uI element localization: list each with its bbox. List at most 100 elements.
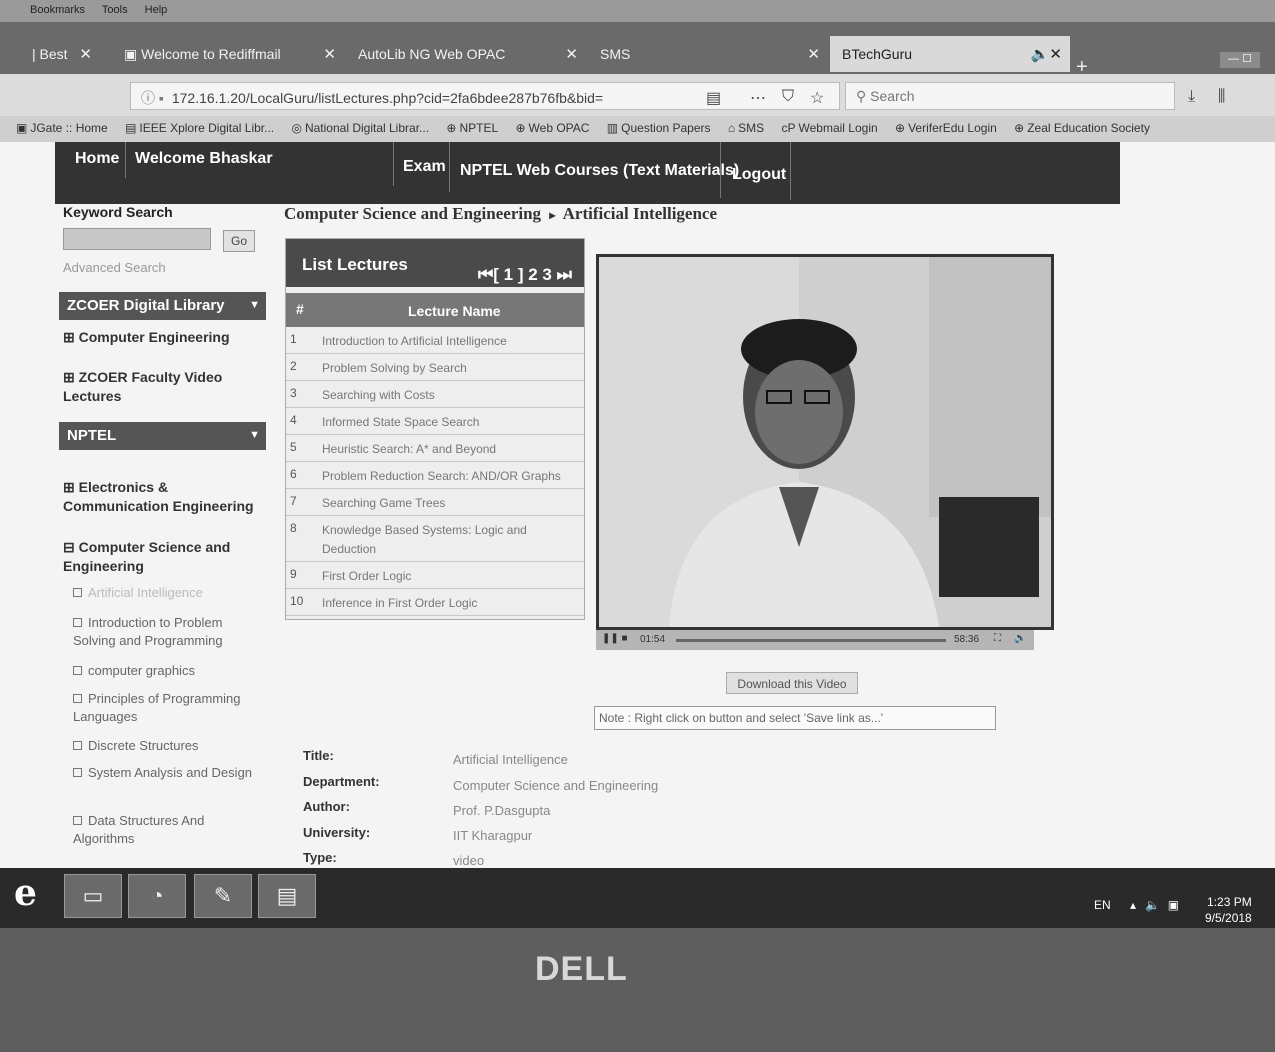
download-video-button[interactable]: Download this Video xyxy=(726,672,858,694)
search-input[interactable]: ⚲ Search xyxy=(845,82,1175,110)
meta-university-value: IIT Kharagpur xyxy=(453,828,533,843)
seek-bar[interactable] xyxy=(676,639,946,642)
download-icon[interactable]: ⤓ xyxy=(1188,88,1195,106)
subitem-system-analysis[interactable]: System Analysis and Design xyxy=(73,764,253,782)
lecture-name[interactable]: Searching with Costs xyxy=(322,386,577,405)
go-button[interactable]: Go xyxy=(223,230,255,252)
lecture-row[interactable]: 7 Searching Game Trees xyxy=(286,489,584,516)
tree-computer-engineering[interactable]: ⊞ Computer Engineering xyxy=(63,328,263,347)
play-pause-icon[interactable]: ❚❚ ■ xyxy=(602,633,628,644)
download-note: Note : Right click on button and select … xyxy=(594,706,996,730)
lecture-name[interactable]: Heuristic Search: A* and Beyond xyxy=(322,440,577,459)
menu-tools[interactable]: Tools xyxy=(102,4,128,16)
word-icon[interactable]: ▤ xyxy=(258,874,316,918)
bookmark-ieee[interactable]: ▤ IEEE Xplore Digital Libr... xyxy=(125,121,274,135)
close-icon[interactable]: 🔈✕ xyxy=(1031,45,1062,63)
lecture-row[interactable]: 5 Heuristic Search: A* and Beyond xyxy=(286,435,584,462)
bookmark-question-papers[interactable]: ▥ Question Papers xyxy=(607,121,711,135)
lecture-row[interactable]: 3 Searching with Costs xyxy=(286,381,584,408)
lecture-name[interactable]: Introduction to Artificial Intelligence xyxy=(322,332,577,351)
lecture-name[interactable]: First Order Logic xyxy=(322,567,577,586)
bookmark-webmail[interactable]: cP Webmail Login xyxy=(781,121,877,135)
ie-icon[interactable]: e xyxy=(14,872,54,914)
more-icon[interactable]: ⋯ xyxy=(750,88,766,108)
nav-logout[interactable]: Logout xyxy=(732,166,786,184)
lecture-name[interactable]: Informed State Space Search xyxy=(322,413,577,432)
volume-icon[interactable]: 🔈 xyxy=(1145,898,1160,912)
media-icon[interactable]: ◔ xyxy=(128,874,186,918)
lecture-row[interactable]: 10 Inference in First Order Logic xyxy=(286,589,584,616)
language-indicator[interactable]: EN xyxy=(1094,898,1111,912)
tab-btechguru[interactable]: BTechGuru 🔈✕ xyxy=(830,36,1070,72)
advanced-search-link[interactable]: Advanced Search xyxy=(63,260,166,275)
bookmark-jgate[interactable]: ▣ JGate :: Home xyxy=(16,121,108,135)
lecture-name[interactable]: Inference in First Order Logic xyxy=(322,594,577,613)
bookmark-sms[interactable]: ⌂ SMS xyxy=(728,121,764,135)
tree-computer-science[interactable]: ⊟ Computer Science and Engineering xyxy=(63,538,263,576)
folder-icon[interactable]: ▭ xyxy=(64,874,122,918)
tab-sms[interactable]: SMS ✕ xyxy=(588,36,828,72)
lecture-row[interactable]: 4 Informed State Space Search xyxy=(286,408,584,435)
lecture-row[interactable]: 6 Problem Reduction Search: AND/OR Graphs xyxy=(286,462,584,489)
bookmark-webopac[interactable]: ⊕ Web OPAC xyxy=(515,121,589,135)
tree-faculty-video-lectures[interactable]: ⊞ ZCOER Faculty Video Lectures xyxy=(63,368,263,406)
meta-department-value: Computer Science and Engineering xyxy=(453,778,659,793)
subitem-discrete-structures[interactable]: Discrete Structures xyxy=(73,737,253,755)
close-icon[interactable]: ✕ xyxy=(807,45,820,63)
tab-best[interactable]: | Best ✕ xyxy=(20,36,100,72)
lecture-list-panel: List Lectures ⏮[ 1 ] 2 3 ⏭ # Lecture Nam… xyxy=(285,238,585,620)
subitem-computer-graphics[interactable]: computer graphics xyxy=(73,662,253,680)
video-controls[interactable]: ❚❚ ■ 01:54 58:36 ⛶ 🔈 xyxy=(596,630,1034,650)
tree-electronics[interactable]: ⊞ Electronics & Communication Engineerin… xyxy=(63,478,263,516)
subitem-problem-solving[interactable]: Introduction to Problem Solving and Prog… xyxy=(73,614,253,650)
close-icon[interactable]: ✕ xyxy=(323,45,336,63)
address-bar[interactable]: ⓘ ▪ 172.16.1.20/LocalGuru/listLectures.ph… xyxy=(130,82,840,110)
pocket-icon[interactable]: ⛉ xyxy=(782,88,794,106)
checkbox-icon xyxy=(73,588,82,597)
clock[interactable]: 1:23 PM 9/5/2018 xyxy=(1205,894,1252,926)
nav-nptel-courses[interactable]: NPTEL Web Courses (Text Materials) xyxy=(460,162,739,180)
library-panel-header[interactable]: ZCOER Digital Library ▼ xyxy=(59,292,266,320)
keyword-search-input[interactable] xyxy=(63,228,211,250)
close-icon[interactable]: ✕ xyxy=(79,45,92,63)
bookmark-nptel[interactable]: ⊕ NPTEL xyxy=(446,121,498,135)
lecture-row[interactable]: 2 Problem Solving by Search xyxy=(286,354,584,381)
reader-icon[interactable]: ▤ xyxy=(706,88,721,108)
library-icon[interactable]: ⫼ xyxy=(1218,88,1225,106)
lecture-name[interactable]: Searching Game Trees xyxy=(322,494,577,513)
tab-autolib[interactable]: AutoLib NG Web OPAC ✕ xyxy=(346,36,586,72)
subitem-data-structures[interactable]: Data Structures And Algorithms xyxy=(73,812,253,848)
subitem-artificial-intelligence[interactable]: Artificial Intelligence xyxy=(73,584,253,602)
volume-icon[interactable]: 🔈 xyxy=(1014,633,1026,644)
bookmark-ndl[interactable]: ◎ National Digital Librar... xyxy=(291,121,429,135)
tab-label: BTechGuru xyxy=(842,46,913,62)
column-number: # xyxy=(296,301,304,317)
network-icon[interactable]: ▣ xyxy=(1168,898,1179,912)
fullscreen-icon[interactable]: ⛶ xyxy=(994,633,1001,644)
menu-help[interactable]: Help xyxy=(145,4,168,16)
nav-home[interactable]: Home xyxy=(75,150,119,168)
breadcrumb-parent[interactable]: Computer Science and Engineering xyxy=(284,204,541,223)
lecture-name[interactable]: Problem Reduction Search: AND/OR Graphs xyxy=(322,467,577,486)
video-player[interactable] xyxy=(596,254,1054,630)
subitem-programming-languages[interactable]: Principles of Programming Languages xyxy=(73,690,253,726)
lecture-row[interactable]: 9 First Order Logic xyxy=(286,562,584,589)
tray-arrow-icon[interactable]: ▴ xyxy=(1130,898,1136,912)
window-controls[interactable]: — ☐ xyxy=(1220,52,1260,68)
menu-bookmarks[interactable]: Bookmarks xyxy=(30,4,85,16)
lecture-name[interactable]: Knowledge Based Systems: Logic and Deduc… xyxy=(322,521,577,559)
lecture-name[interactable]: Problem Solving by Search xyxy=(322,359,577,378)
close-icon[interactable]: ✕ xyxy=(565,45,578,63)
chevron-down-icon: ▼ xyxy=(249,429,260,441)
info-icon[interactable]: ⓘ ▪ xyxy=(141,90,164,106)
bookmark-zeal[interactable]: ⊕ Zeal Education Society xyxy=(1014,121,1150,135)
bookmark-veriferedu[interactable]: ⊕ VeriferEdu Login xyxy=(895,121,997,135)
nav-exam[interactable]: Exam xyxy=(403,158,446,176)
pagination[interactable]: ⏮[ 1 ] 2 3 ⏭ xyxy=(478,265,572,285)
bookmark-star-icon[interactable]: ☆ xyxy=(810,88,824,108)
nptel-panel-header[interactable]: NPTEL ▼ xyxy=(59,422,266,450)
paint-icon[interactable]: ✎ xyxy=(194,874,252,918)
lecture-row[interactable]: 1 Introduction to Artificial Intelligence xyxy=(286,327,584,354)
lecture-row[interactable]: 8 Knowledge Based Systems: Logic and Dedu… xyxy=(286,516,584,562)
tab-rediffmail[interactable]: ▣ Welcome to Rediffmail ✕ xyxy=(112,36,344,72)
